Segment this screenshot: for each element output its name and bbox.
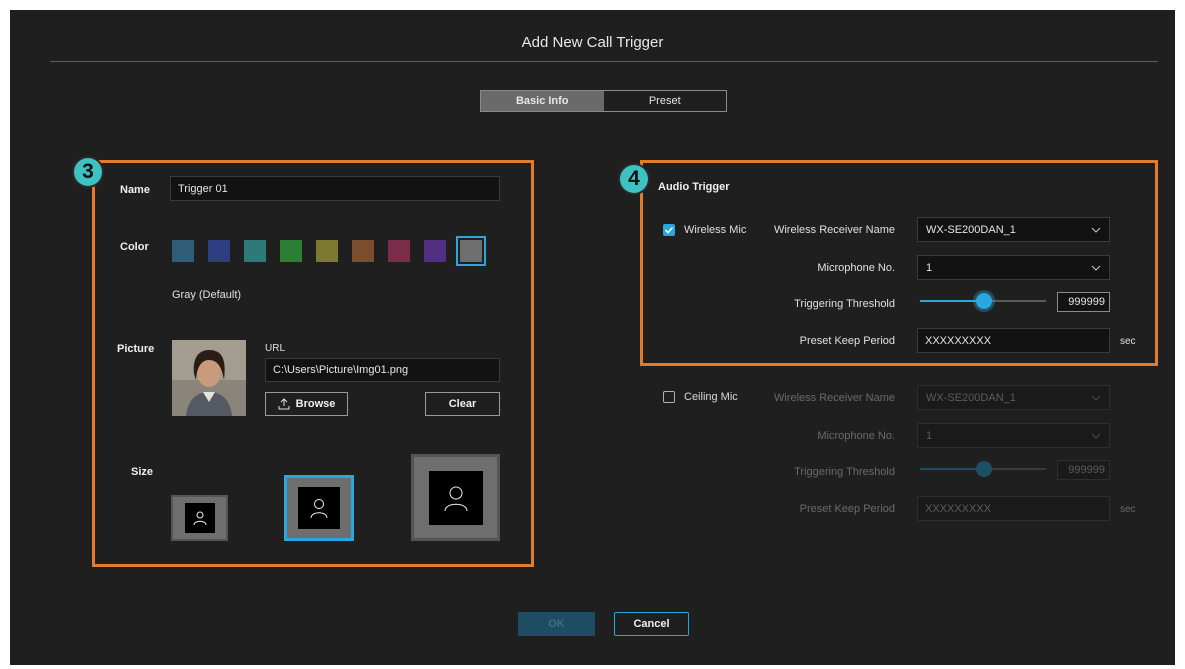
person-icon	[193, 511, 206, 526]
badge-3: 3	[74, 158, 102, 186]
ceiling-mic-checkbox[interactable]	[663, 391, 675, 403]
color-swatches	[172, 236, 486, 266]
wireless-keep-label: Preset Keep Period	[799, 335, 895, 347]
color-swatch-3[interactable]	[244, 240, 266, 262]
ceiling-keep-unit: sec	[1120, 504, 1136, 515]
chevron-down-icon	[1091, 392, 1101, 404]
wireless-threshold-slider[interactable]	[976, 293, 992, 309]
add-call-trigger-dialog: Add New Call Trigger Basic Info Preset 3…	[10, 10, 1175, 665]
size-medium-option[interactable]	[284, 475, 354, 541]
wireless-threshold-track-rest	[992, 300, 1046, 302]
ceiling-keep-label: Preset Keep Period	[799, 503, 895, 515]
size-large-option[interactable]	[411, 454, 500, 541]
ok-button[interactable]: OK	[518, 612, 595, 636]
ceiling-threshold-slider[interactable]	[976, 461, 992, 477]
chevron-down-icon	[1091, 224, 1101, 236]
selected-color-name: Gray (Default)	[172, 289, 242, 301]
ceiling-threshold-label: Triggering Threshold	[794, 466, 895, 478]
ceiling-threshold-track-rest	[992, 468, 1046, 470]
chevron-down-icon	[1091, 262, 1101, 274]
wireless-receiver-label: Wireless Receiver Name	[773, 224, 895, 236]
tab-basic-info[interactable]: Basic Info	[481, 91, 604, 111]
ceiling-receiver-value: WX-SE200DAN_1	[926, 391, 1016, 404]
ceiling-mic-no-label: Microphone No.	[817, 430, 895, 442]
ceiling-mic-no-select[interactable]: 1	[917, 423, 1110, 448]
color-swatch-4[interactable]	[280, 240, 302, 262]
ceiling-threshold-input[interactable]: 999999	[1057, 460, 1110, 480]
color-swatch-6[interactable]	[352, 240, 374, 262]
tab-bar: Basic Info Preset	[480, 90, 727, 112]
url-label: URL	[265, 343, 286, 354]
color-label: Color	[120, 241, 149, 253]
size-large-preview	[428, 470, 483, 525]
tab-preset[interactable]: Preset	[604, 91, 727, 111]
color-swatch-7[interactable]	[388, 240, 410, 262]
color-swatch-gray[interactable]	[456, 236, 486, 266]
check-icon	[664, 226, 674, 234]
wireless-mic-checkbox[interactable]	[663, 224, 675, 236]
ceiling-receiver-select[interactable]: WX-SE200DAN_1	[917, 385, 1110, 410]
wireless-keep-unit: sec	[1120, 336, 1136, 347]
person-icon	[444, 486, 467, 511]
color-swatch-2[interactable]	[208, 240, 230, 262]
size-small-preview	[184, 503, 215, 533]
wireless-keep-input[interactable]: XXXXXXXXX	[917, 328, 1110, 353]
clear-button[interactable]: Clear	[425, 392, 500, 416]
dialog-title: Add New Call Trigger	[521, 34, 664, 51]
url-input[interactable]: C:\Users\Picture\Img01.png	[265, 358, 500, 382]
audio-trigger-heading: Audio Trigger	[658, 181, 730, 193]
chevron-down-icon	[1091, 430, 1101, 442]
ceiling-receiver-label: Wireless Receiver Name	[773, 392, 895, 404]
wireless-mic-no-select[interactable]: 1	[917, 255, 1110, 280]
picture-thumbnail	[172, 340, 246, 416]
ceiling-mic-no-value: 1	[926, 429, 933, 442]
color-swatch-1[interactable]	[172, 240, 194, 262]
size-label: Size	[131, 466, 154, 478]
size-medium-preview	[298, 487, 340, 529]
person-icon	[310, 499, 328, 519]
name-input[interactable]: Trigger 01	[170, 176, 500, 201]
color-swatch-5[interactable]	[316, 240, 338, 262]
ceiling-keep-input[interactable]: XXXXXXXXX	[917, 496, 1110, 521]
wireless-threshold-track-filled	[920, 300, 984, 302]
wireless-receiver-value: WX-SE200DAN_1	[926, 223, 1016, 236]
cancel-button[interactable]: Cancel	[614, 612, 689, 636]
color-swatch-8[interactable]	[424, 240, 446, 262]
upload-icon	[278, 398, 290, 410]
wireless-threshold-label: Triggering Threshold	[794, 298, 895, 310]
badge-4: 4	[620, 165, 648, 193]
wireless-mic-no-label: Microphone No.	[817, 262, 895, 274]
picture-label: Picture	[117, 343, 155, 355]
ceiling-threshold-track-filled	[920, 468, 984, 470]
title-divider	[50, 61, 1158, 62]
size-small-option[interactable]	[171, 495, 228, 541]
wireless-mic-no-value: 1	[926, 261, 933, 274]
wireless-receiver-select[interactable]: WX-SE200DAN_1	[917, 217, 1110, 242]
browse-button[interactable]: Browse	[265, 392, 348, 416]
browse-label: Browse	[295, 398, 336, 410]
wireless-threshold-input[interactable]: 999999	[1057, 292, 1110, 312]
name-label: Name	[120, 184, 150, 196]
